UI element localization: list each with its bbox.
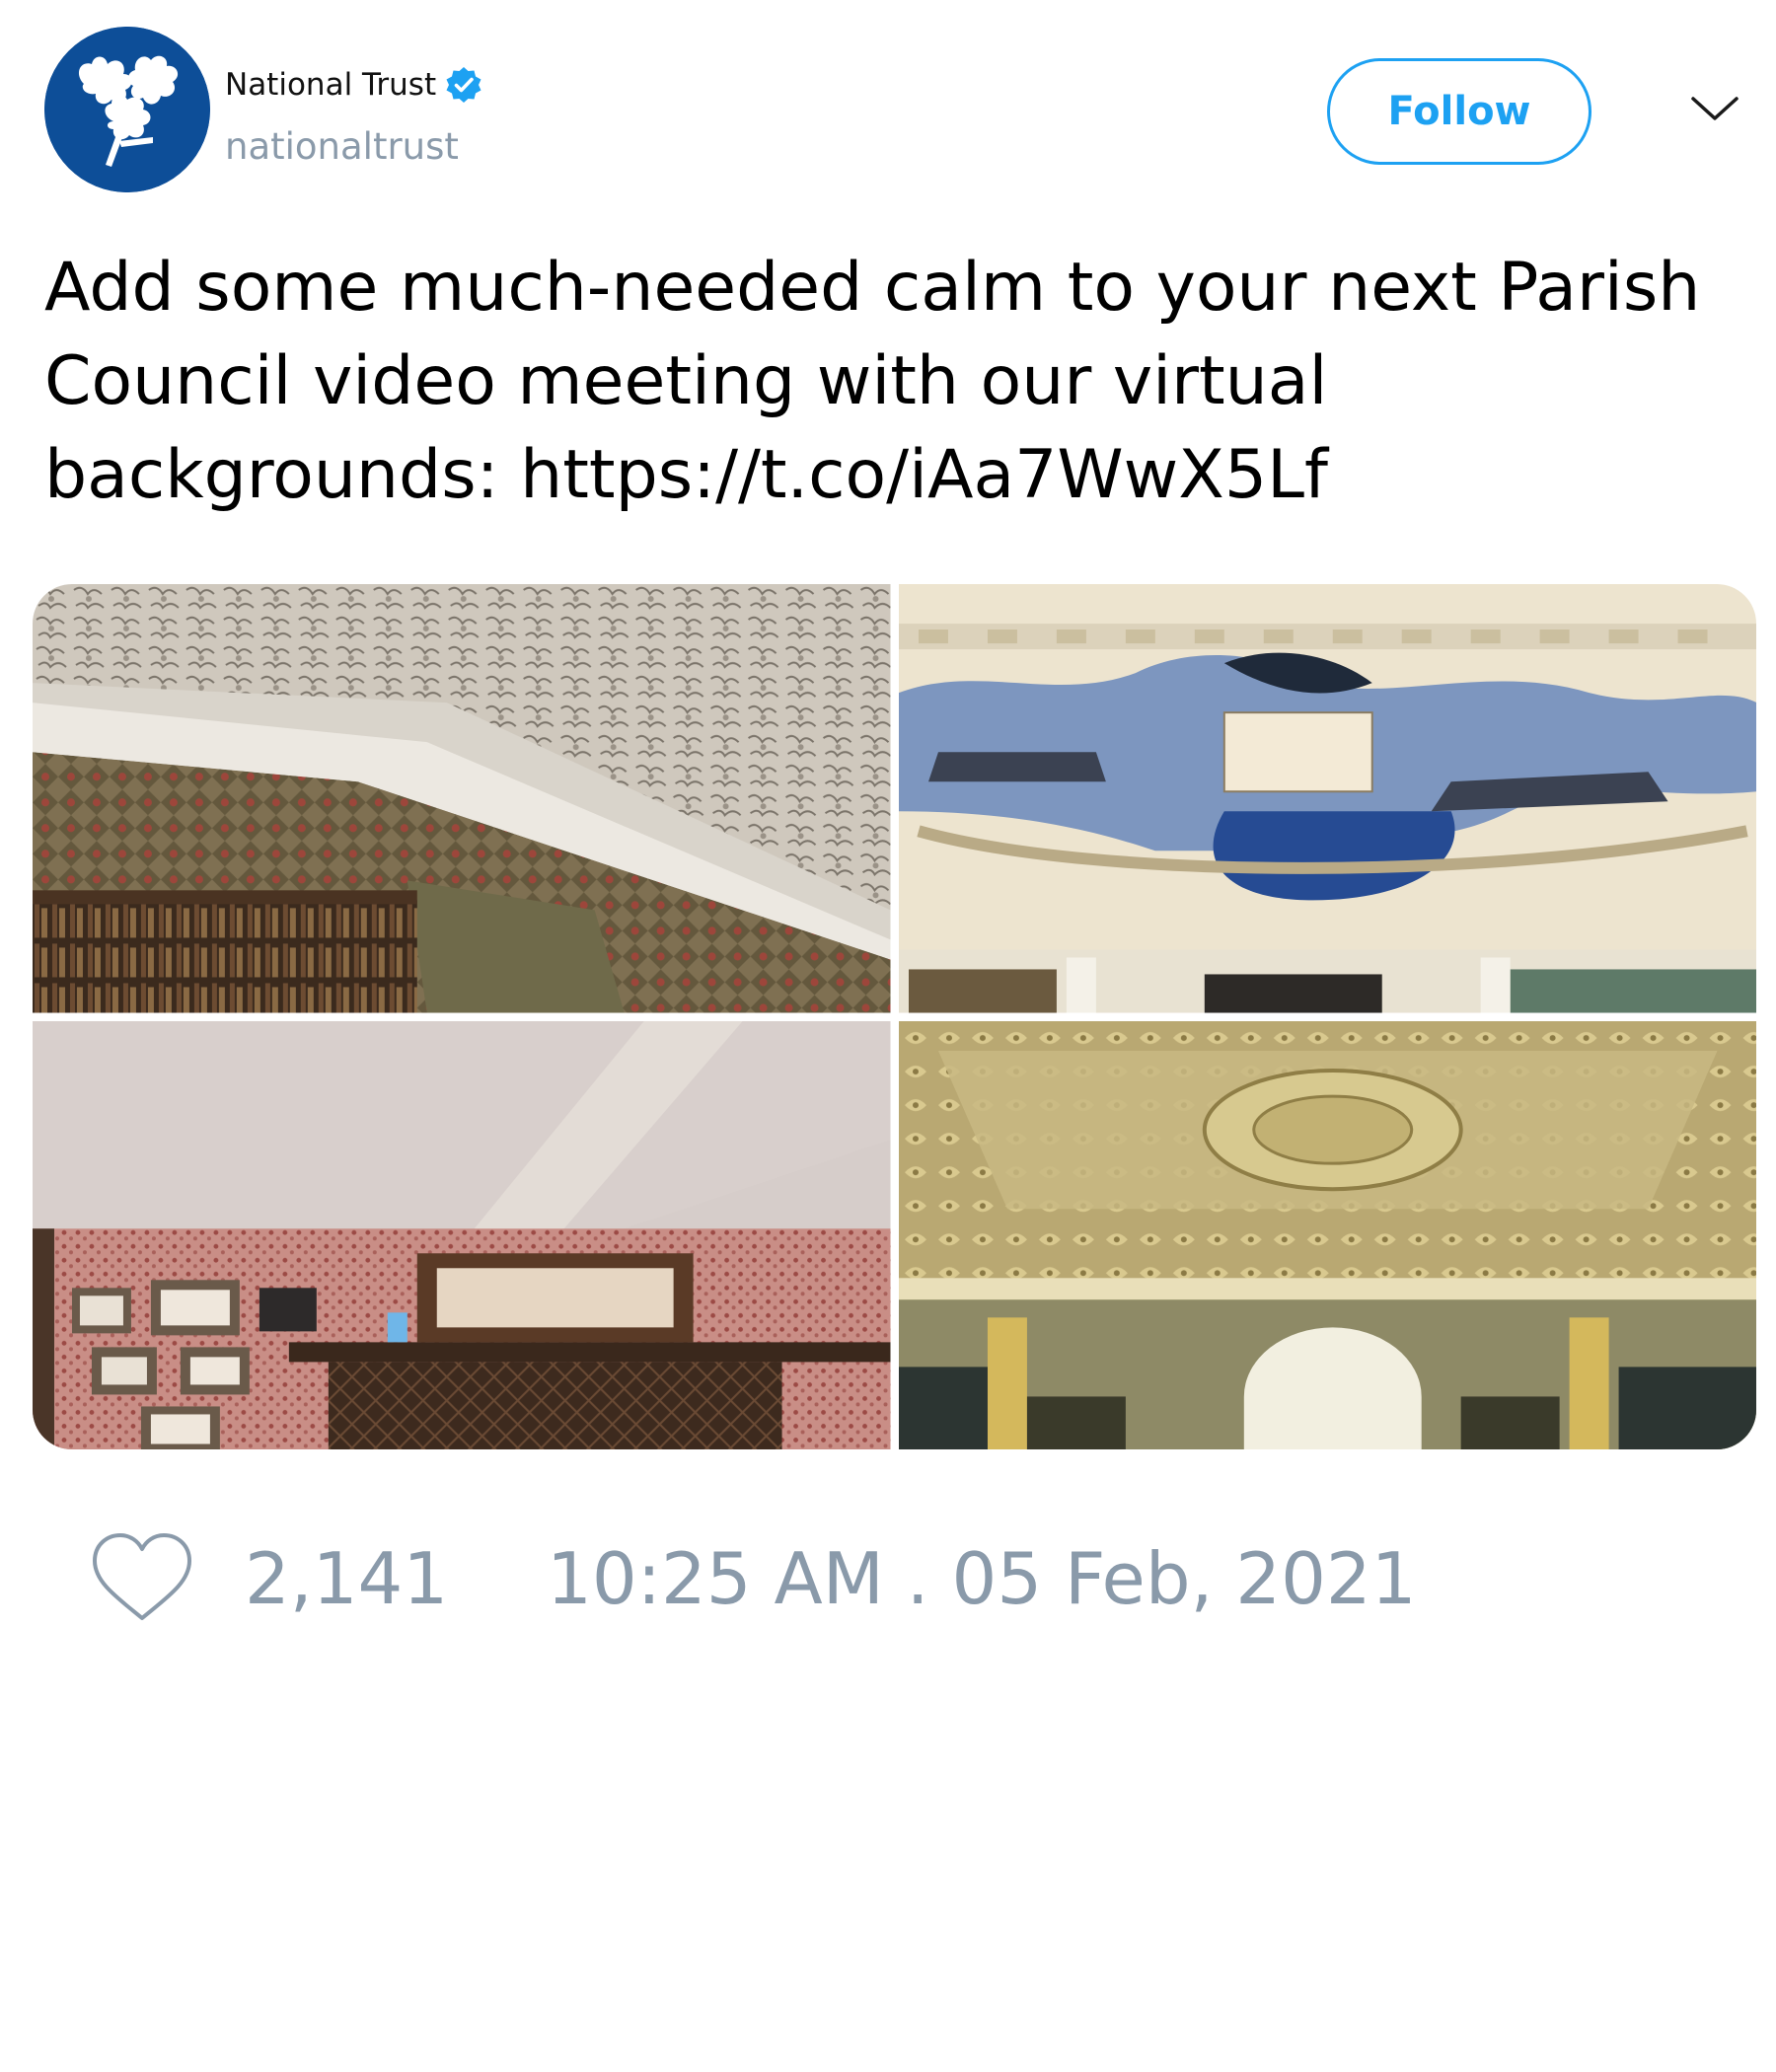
display-name[interactable]: National Trust (225, 69, 436, 101)
chevron-down-icon[interactable] (1689, 89, 1740, 128)
author-name-row[interactable]: National Trust (225, 65, 483, 105)
media-grid (33, 584, 1756, 1449)
like-count: 2,141 (245, 1537, 449, 1620)
heart-icon[interactable] (89, 1531, 195, 1626)
verified-badge-icon (446, 67, 481, 103)
tweet-text: Add some much-needed calm to your next P… (44, 249, 1701, 514)
ornate-ceiling-image (33, 584, 891, 1013)
mural-image (898, 584, 1756, 1013)
media-photo-1[interactable] (33, 584, 891, 1013)
oak-leaf-logo-icon (44, 27, 210, 192)
author-handle[interactable]: nationaltrust (225, 128, 459, 165)
tweet-footer: 2,141 10:25 AM . 05 Feb, 2021 (89, 1524, 1417, 1633)
fireplace-room-image (33, 1020, 891, 1449)
gilded-library-image (898, 1020, 1756, 1449)
avatar[interactable] (44, 27, 210, 192)
follow-button[interactable]: Follow (1327, 58, 1591, 165)
media-photo-3[interactable] (33, 1020, 891, 1449)
media-photo-4[interactable] (898, 1020, 1756, 1449)
media-photo-2[interactable] (898, 584, 1756, 1013)
timestamp[interactable]: 10:25 AM . 05 Feb, 2021 (547, 1543, 1416, 1614)
